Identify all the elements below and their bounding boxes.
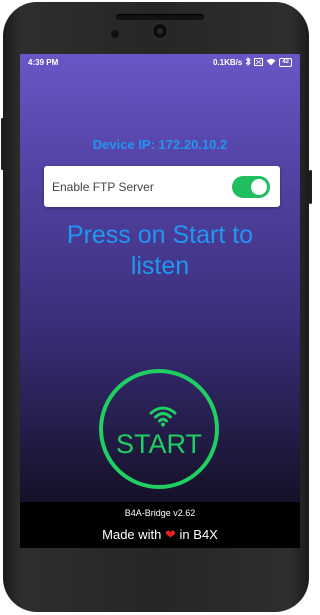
sim-icon [254, 57, 264, 68]
status-icons: 0.1KB/s 42 [212, 56, 292, 68]
made-with-suffix: in B4X [179, 527, 218, 542]
bluetooth-icon [245, 56, 252, 68]
proximity-sensor [111, 30, 119, 38]
earpiece-speaker [116, 14, 204, 20]
battery-level: 42 [282, 59, 289, 65]
made-with-label: Made with ❤ in B4X [20, 527, 300, 543]
instruction-text: Press on Start to listen [66, 221, 254, 280]
app-screen: 4:39 PM 0.1KB/s 42 Device IP: 172.20.10.… [20, 54, 300, 548]
ftp-server-toggle[interactable] [232, 176, 270, 198]
front-camera [153, 24, 167, 38]
power-button [309, 170, 312, 204]
start-button[interactable]: START [99, 369, 219, 489]
version-label: B4A-Bridge v2.62 [124, 508, 196, 518]
volume-button [1, 118, 4, 170]
wifi-icon [149, 405, 177, 427]
device-ip-label: Device IP: 172.20.10.2 [92, 137, 228, 152]
phone-frame: 4:39 PM 0.1KB/s 42 Device IP: 172.20.10.… [3, 2, 309, 612]
ftp-server-label: Enable FTP Server [52, 180, 154, 194]
made-with-prefix: Made with [102, 527, 162, 542]
network-speed: 0.1KB/s [212, 58, 243, 67]
status-time: 4:39 PM [28, 58, 59, 67]
ftp-server-card: Enable FTP Server [44, 166, 280, 207]
toggle-knob [251, 179, 267, 195]
footer: B4A-Bridge v2.62 Made with ❤ in B4X [20, 502, 300, 548]
start-label: START [115, 429, 202, 459]
battery-icon: 42 [279, 58, 292, 67]
heart-icon: ❤ [165, 527, 176, 542]
wifi-status-icon [266, 58, 276, 68]
status-bar: 4:39 PM 0.1KB/s 42 [20, 54, 300, 72]
